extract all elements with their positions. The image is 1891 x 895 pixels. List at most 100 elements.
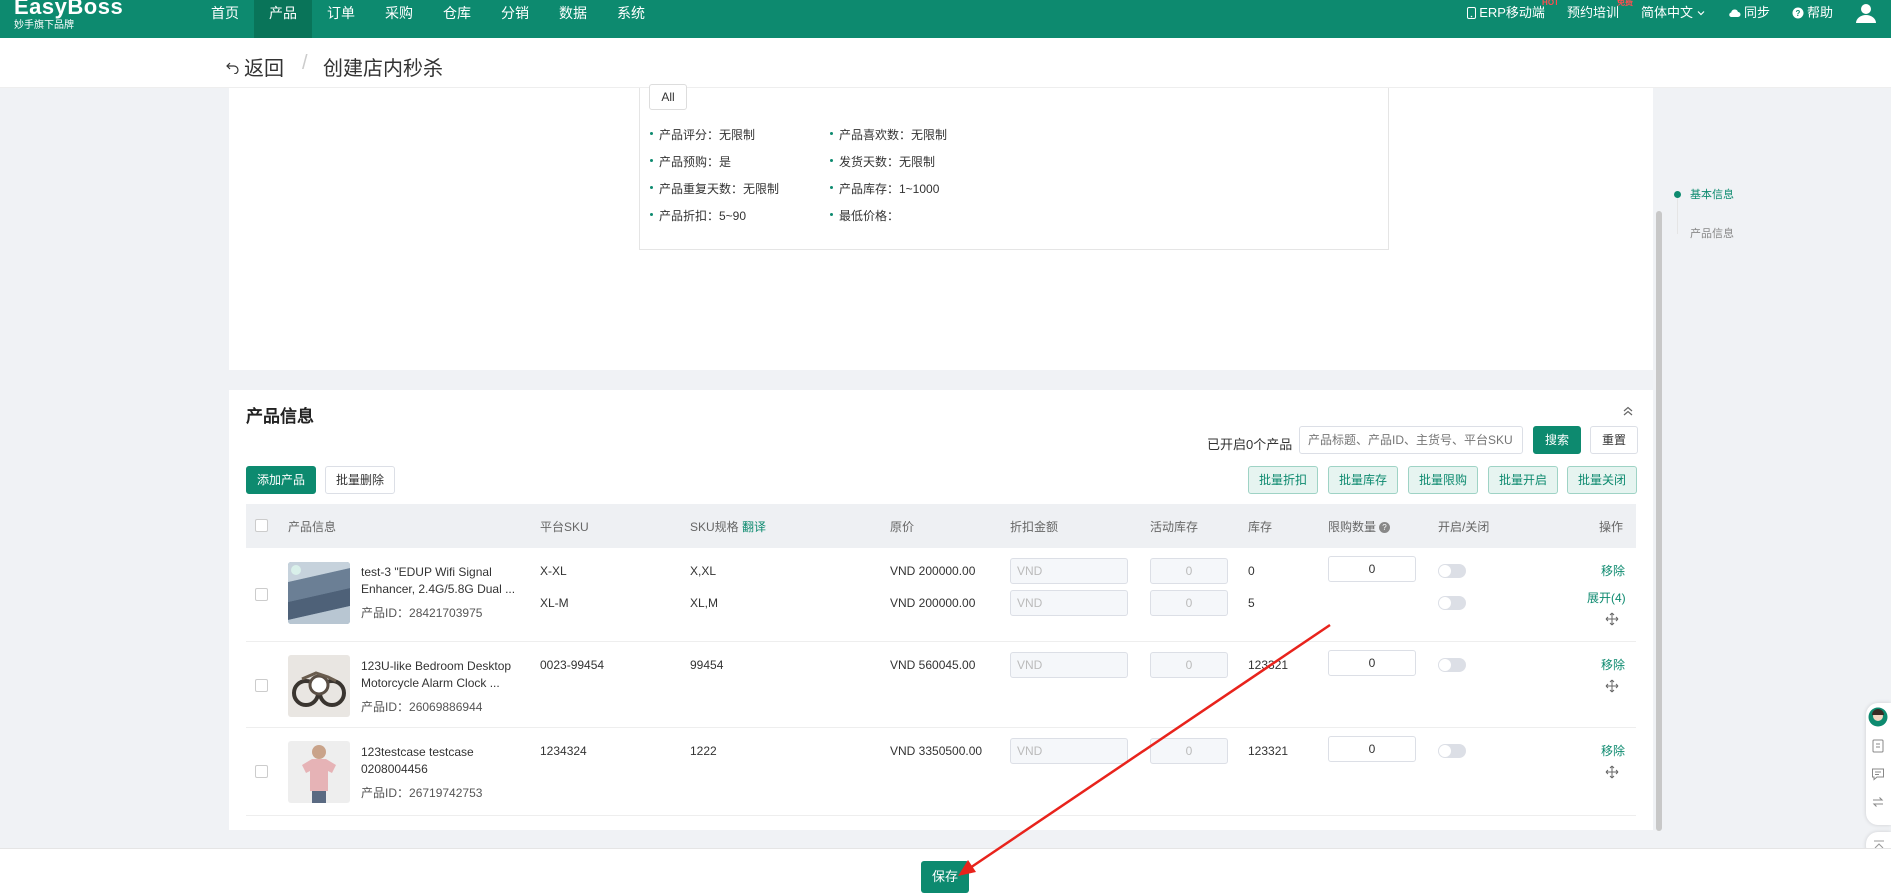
product-title: 123testcase testcase 0208004456 xyxy=(361,745,474,776)
move-icon[interactable] xyxy=(1605,679,1619,693)
rule-likes: 产品喜欢数：无限制 xyxy=(829,128,948,142)
col-platform-sku: 平台SKU xyxy=(540,520,589,534)
collapse-up-icon[interactable] xyxy=(1621,404,1635,418)
add-product-button[interactable]: 添加产品 xyxy=(246,466,316,494)
anchor-basic-info[interactable]: 基本信息 xyxy=(1690,186,1734,202)
main-menu: 首页 产品 订单 采购 仓库 分销 数据 系统 xyxy=(196,0,660,38)
remove-link[interactable]: 移除 xyxy=(1601,742,1625,759)
platform-sku: 0023-99454 xyxy=(540,658,605,672)
discount-input[interactable]: VND xyxy=(1010,590,1128,616)
sku-spec: X,XL xyxy=(690,564,717,578)
product-id: 产品ID：26719742753 xyxy=(361,786,483,800)
floating-side-tools xyxy=(1866,703,1891,825)
enable-toggle[interactable] xyxy=(1438,596,1466,610)
sync-button[interactable]: 同步 xyxy=(1728,0,1770,26)
platform-sku: XL-M xyxy=(540,596,569,610)
remove-link[interactable]: 移除 xyxy=(1601,656,1625,673)
expand-link[interactable]: 展开(4) xyxy=(1587,589,1626,606)
page-header: 返回 / 创建店内秒杀 xyxy=(0,38,1891,88)
batch-discount-button[interactable]: 批量折扣 xyxy=(1248,466,1318,494)
nav-item-orders[interactable]: 订单 xyxy=(312,0,370,38)
product-rules-box: All 产品评分：无限制 产品喜欢数：无限制 产品预购：是 发货天数：无限制 产… xyxy=(639,84,1389,250)
reset-button[interactable]: 重置 xyxy=(1590,426,1638,454)
batch-delete-button[interactable]: 批量删除 xyxy=(325,466,395,494)
language-select[interactable]: 简体中文 xyxy=(1641,0,1706,26)
vertical-scrollbar[interactable] xyxy=(1655,88,1663,833)
erp-mobile-link[interactable]: ERP移动端 HOT xyxy=(1467,0,1559,26)
product-search-input[interactable] xyxy=(1299,426,1523,454)
translate-link[interactable]: 翻译 xyxy=(742,520,766,534)
row-checkbox[interactable] xyxy=(255,679,268,692)
help-icon: ? xyxy=(1792,7,1804,19)
remove-link[interactable]: 移除 xyxy=(1601,562,1625,579)
col-limit: 限购数量? xyxy=(1328,518,1391,535)
free-badge: 免费 xyxy=(1616,0,1633,7)
enabled-count: 已开启0个产品 xyxy=(1207,437,1293,452)
content-scroll-area[interactable]: All 产品评分：无限制 产品喜欢数：无限制 产品预购：是 发货天数：无限制 产… xyxy=(0,84,1891,848)
move-icon[interactable] xyxy=(1605,765,1619,779)
save-button[interactable]: 保存 xyxy=(921,861,969,893)
chat-icon[interactable] xyxy=(1871,767,1885,781)
sku-spec: XL,M xyxy=(690,596,719,610)
training-link[interactable]: 预约培训 免费 xyxy=(1567,0,1633,26)
scrollbar-thumb[interactable] xyxy=(1656,211,1662,831)
nav-item-purchase[interactable]: 采购 xyxy=(370,0,428,38)
row-checkbox[interactable] xyxy=(255,765,268,778)
discount-input[interactable]: VND xyxy=(1010,558,1128,584)
nav-item-product[interactable]: 产品 xyxy=(254,0,312,38)
rule-stock: 产品库存：1~1000 xyxy=(829,182,940,196)
activity-stock-input[interactable]: 0 xyxy=(1150,558,1228,584)
fabric-image xyxy=(288,562,350,624)
product-thumbnail xyxy=(288,655,350,717)
activity-stock-input[interactable]: 0 xyxy=(1150,738,1228,764)
enable-toggle[interactable] xyxy=(1438,564,1466,578)
batch-limit-button[interactable]: 批量限购 xyxy=(1408,466,1478,494)
activity-stock-input[interactable]: 0 xyxy=(1150,652,1228,678)
nav-item-data[interactable]: 数据 xyxy=(544,0,602,38)
rule-ship-days: 发货天数：无限制 xyxy=(829,155,936,169)
anchor-product-info[interactable]: 产品信息 xyxy=(1690,225,1734,241)
row-checkbox[interactable] xyxy=(255,588,268,601)
nav-item-system[interactable]: 系统 xyxy=(602,0,660,38)
move-icon[interactable] xyxy=(1605,612,1619,626)
rule-rating: 产品评分：无限制 xyxy=(649,128,756,142)
batch-enable-button[interactable]: 批量开启 xyxy=(1488,466,1558,494)
customer-service-avatar-icon[interactable] xyxy=(1868,707,1888,727)
nav-item-distribution[interactable]: 分销 xyxy=(486,0,544,38)
platform-sku: X-XL xyxy=(540,564,567,578)
col-product-info: 产品信息 xyxy=(288,520,337,534)
col-sku-spec: SKU规格 翻译 xyxy=(690,520,767,534)
document-icon[interactable] xyxy=(1871,739,1885,753)
basic-info-card: All 产品评分：无限制 产品喜欢数：无限制 产品预购：是 发货天数：无限制 产… xyxy=(229,84,1653,370)
user-avatar-icon[interactable] xyxy=(1855,2,1877,24)
exchange-icon[interactable] xyxy=(1871,795,1885,809)
nav-item-warehouse[interactable]: 仓库 xyxy=(428,0,486,38)
limit-quantity-input[interactable]: 0 xyxy=(1328,556,1416,582)
all-category-tag[interactable]: All xyxy=(649,84,687,110)
search-button[interactable]: 搜索 xyxy=(1533,426,1581,454)
nav-item-home[interactable]: 首页 xyxy=(196,0,254,38)
sku-spec: 1222 xyxy=(690,744,717,758)
cloud-icon xyxy=(1729,9,1741,17)
rule-discount: 产品折扣：5~90 xyxy=(649,209,747,223)
product-id: 产品ID：28421703975 xyxy=(361,606,483,620)
select-all-checkbox[interactable] xyxy=(255,519,268,532)
enable-toggle[interactable] xyxy=(1438,744,1466,758)
table-row: 123U-like Bedroom Desktop Motorcycle Ala… xyxy=(246,642,1636,728)
batch-stock-button[interactable]: 批量库存 xyxy=(1328,466,1398,494)
back-button[interactable]: 返回 xyxy=(226,52,284,81)
original-price: VND 200000.00 xyxy=(890,596,976,610)
logo[interactable]: EasyBoss 妙手旗下品牌 xyxy=(14,0,144,36)
batch-disable-button[interactable]: 批量关闭 xyxy=(1567,466,1637,494)
limit-quantity-input[interactable]: 0 xyxy=(1328,650,1416,676)
discount-input[interactable]: VND xyxy=(1010,652,1128,678)
limit-quantity-input[interactable]: 0 xyxy=(1328,736,1416,762)
stock-value: 0 xyxy=(1248,564,1255,578)
help-icon[interactable]: ? xyxy=(1379,522,1391,534)
help-button[interactable]: ? 帮助 xyxy=(1792,0,1833,26)
svg-text:?: ? xyxy=(1796,9,1801,18)
enable-toggle[interactable] xyxy=(1438,658,1466,672)
discount-input[interactable]: VND xyxy=(1010,738,1128,764)
sku-spec: 99454 xyxy=(690,658,724,672)
activity-stock-input[interactable]: 0 xyxy=(1150,590,1228,616)
